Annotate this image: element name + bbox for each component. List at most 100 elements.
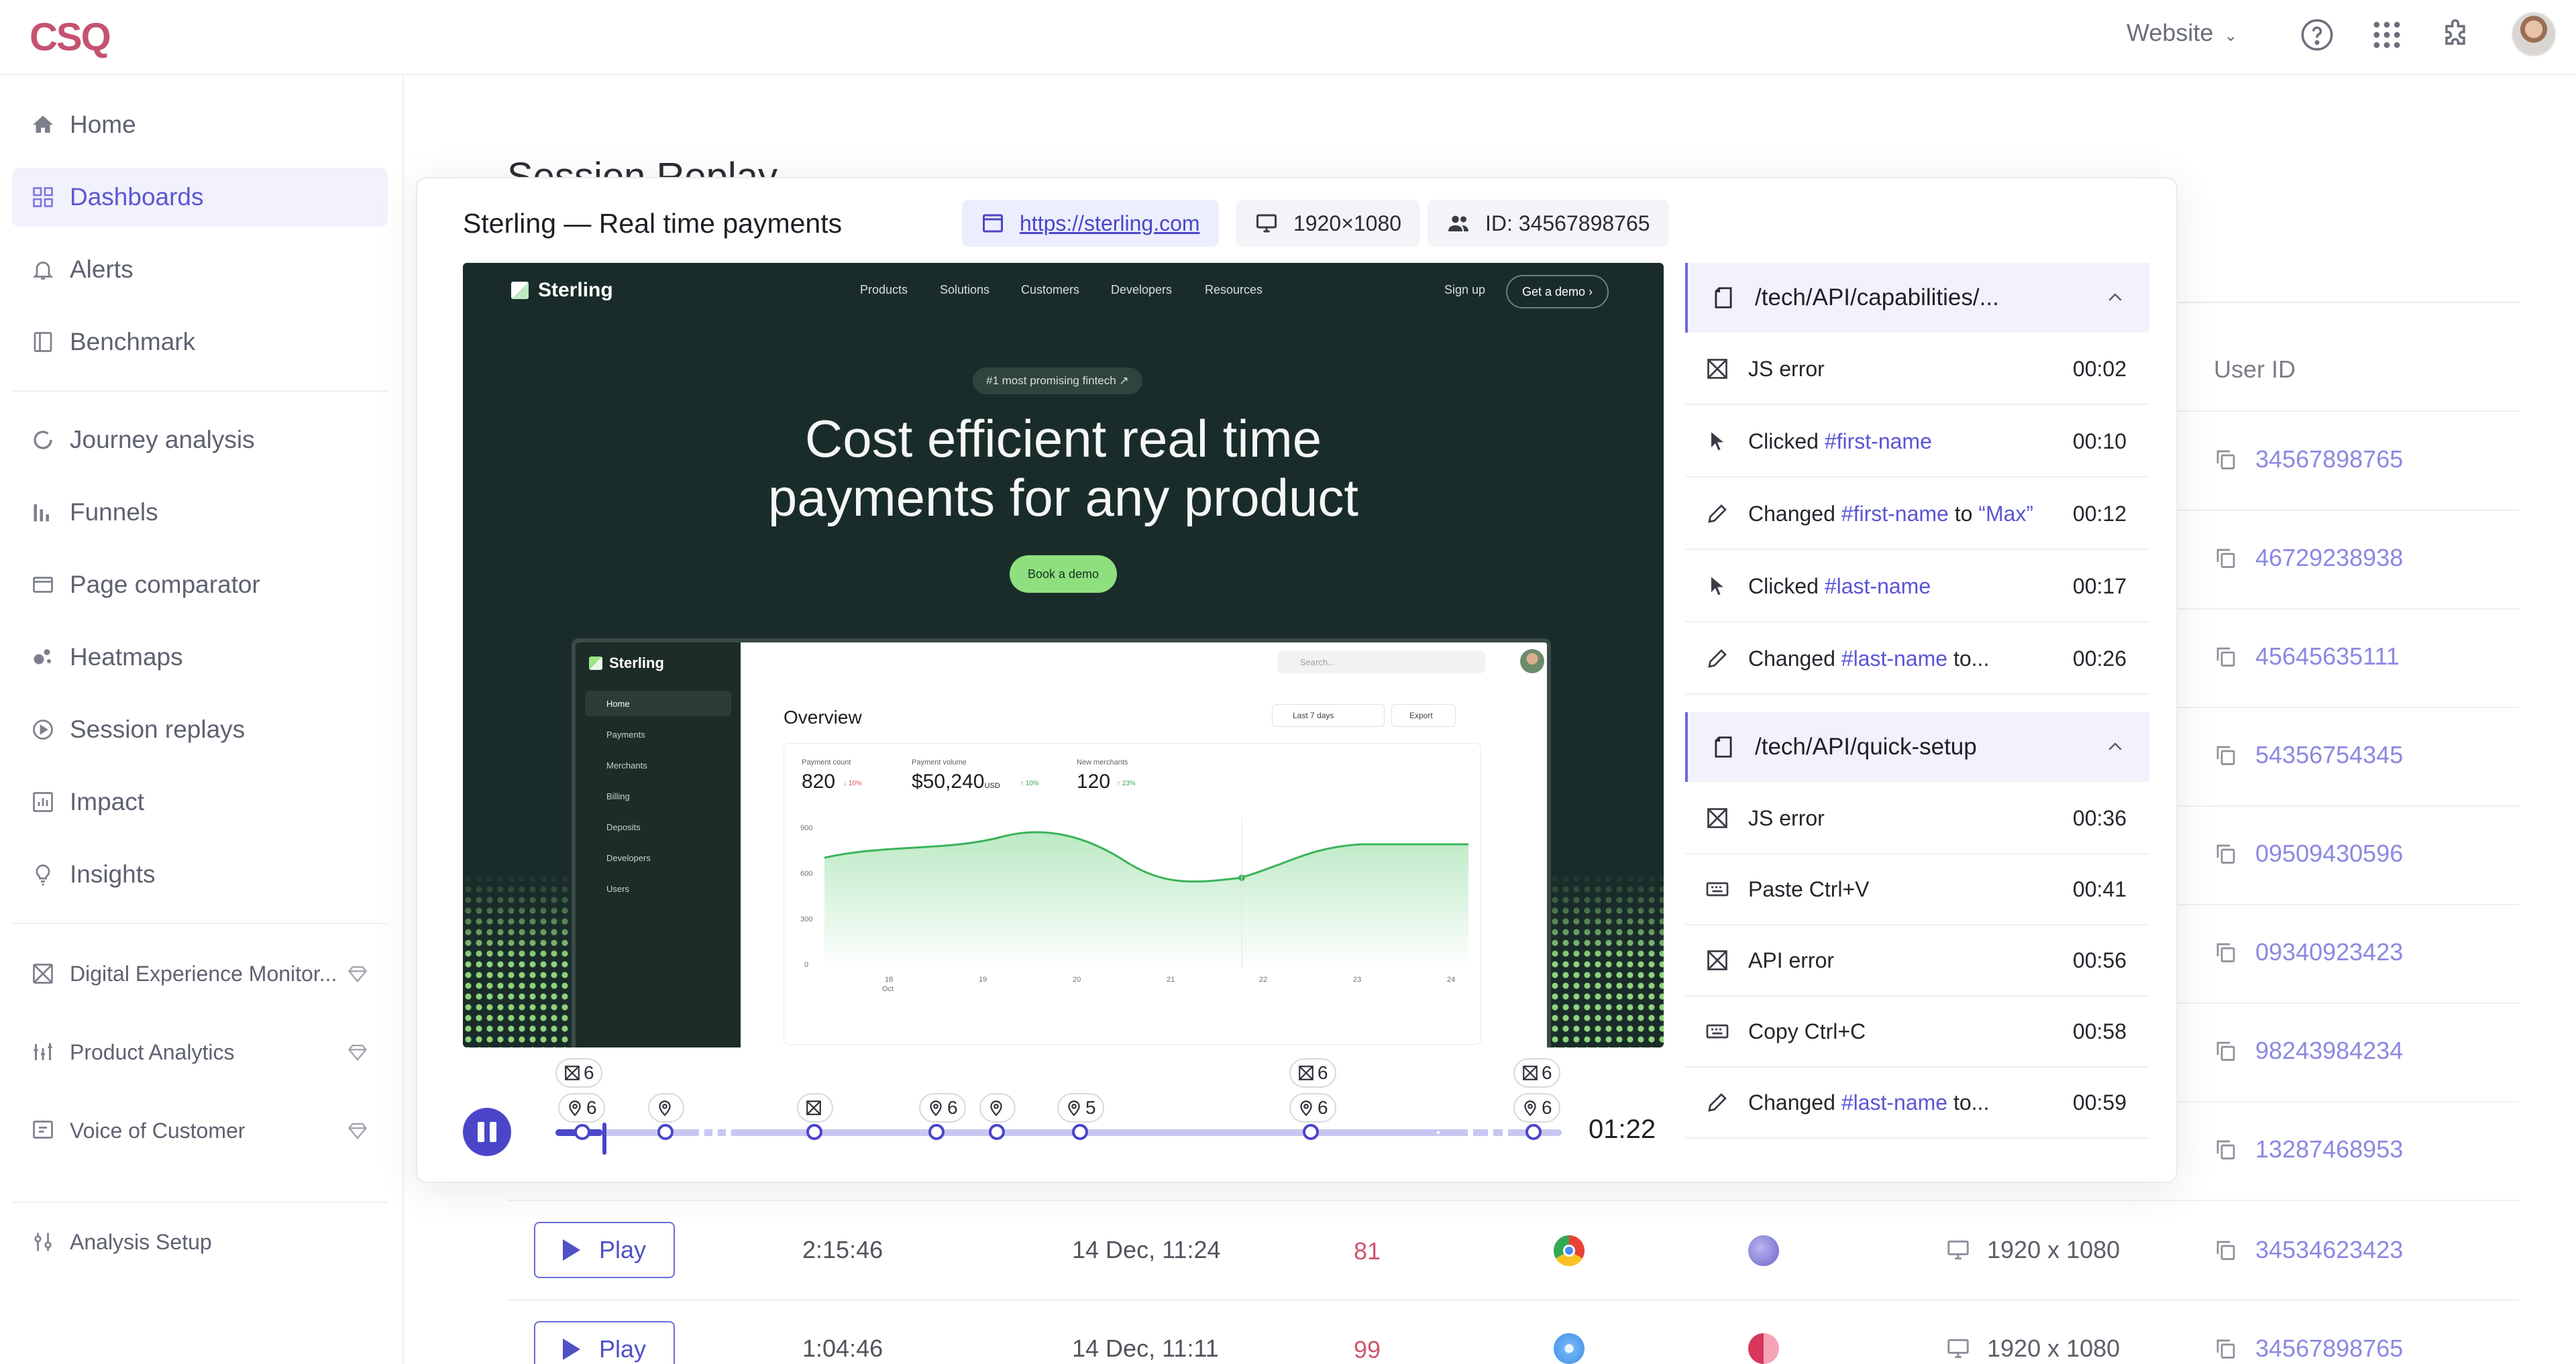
click-count-badge[interactable]: 5 (1057, 1093, 1104, 1123)
user-id-cell[interactable]: 13287468953 (2214, 1135, 2403, 1163)
error-count-badge[interactable]: 6 (1513, 1058, 1560, 1088)
user-id-cell[interactable]: 98243984234 (2214, 1037, 2403, 1065)
badge-count: 6 (1318, 1062, 1328, 1083)
click-count-badge[interactable]: 6 (1513, 1093, 1560, 1123)
event-row[interactable]: Changed #first-name to “Max” 00:12 (1685, 479, 2149, 550)
app-logo[interactable]: CSQ (30, 15, 111, 60)
event-row[interactable]: JS error 00:02 (1685, 334, 2149, 405)
timeline-marker[interactable] (928, 1124, 945, 1140)
chevron-up-icon[interactable] (2105, 288, 2125, 308)
user-id-cell[interactable]: 09509430596 (2214, 840, 2403, 868)
timeline-marker[interactable] (574, 1124, 590, 1140)
copy-icon[interactable] (2214, 447, 2238, 471)
home-icon (33, 115, 53, 133)
user-avatar[interactable] (2512, 12, 2556, 56)
copy-icon[interactable] (2214, 1039, 2238, 1063)
copy-icon[interactable] (2214, 546, 2238, 570)
chevron-up-icon[interactable] (2105, 737, 2125, 757)
sidebar: Home Dashboards Alerts Benchmark Journey… (0, 75, 404, 1364)
sidebar-item-product-analytics[interactable]: Product Analytics (12, 1023, 388, 1082)
user-id-cell[interactable]: 45645635111 (2214, 642, 2400, 671)
play-button[interactable]: Play (534, 1321, 675, 1364)
event-row[interactable]: Changed #last-name to... 00:59 (1685, 1068, 2149, 1139)
copy-icon[interactable] (2214, 743, 2238, 767)
event-row[interactable]: Clicked #last-name 00:17 (1685, 551, 2149, 622)
copy-icon[interactable] (2214, 940, 2238, 964)
event-row[interactable]: Changed #last-name to... 00:26 (1685, 624, 2149, 695)
click-marker-badge[interactable] (648, 1093, 684, 1123)
copy-icon[interactable] (2214, 842, 2238, 866)
user-id-value: 98243984234 (2255, 1037, 2404, 1064)
timeline-track[interactable] (555, 1129, 1562, 1136)
sidebar-item-insights[interactable]: Insights (12, 845, 388, 904)
click-count-badge[interactable]: 6 (1289, 1093, 1336, 1123)
event-group-header[interactable]: /tech/API/capabilities/... (1685, 263, 2149, 333)
event-time: 00:12 (2072, 501, 2127, 526)
pause-button[interactable] (463, 1108, 511, 1156)
bell-icon (32, 262, 54, 280)
user-id-cell[interactable]: 09340923423 (2214, 938, 2403, 966)
event-row[interactable]: Copy Ctrl+C 00:58 (1685, 997, 2149, 1068)
chrome-icon (1554, 1235, 1585, 1266)
sidebar-item-analysis-setup[interactable]: Analysis Setup (12, 1212, 388, 1271)
error-marker-badge[interactable] (797, 1093, 833, 1123)
user-id-cell[interactable]: 46729238938 (2214, 544, 2403, 572)
timeline-marker[interactable] (806, 1124, 822, 1140)
click-count-badge[interactable]: 6 (919, 1093, 966, 1123)
user-id-value: 13287468953 (2255, 1135, 2404, 1163)
window-icon (33, 577, 53, 593)
event-row[interactable]: Clicked #first-name 00:10 (1685, 406, 2149, 477)
sidebar-item-funnels[interactable]: Funnels (12, 483, 388, 542)
timeline-marker[interactable] (1303, 1124, 1319, 1140)
user-id-cell[interactable]: 34567898765 (2214, 445, 2403, 473)
chevron-down-icon: ⌄ (2224, 27, 2238, 45)
session-id-chip[interactable]: ID: 34567898765 (1428, 200, 1669, 247)
sidebar-item-benchmark[interactable]: Benchmark (12, 312, 388, 372)
sidebar-item-impact[interactable]: Impact (12, 773, 388, 832)
user-id-cell[interactable]: 34534623423 (2214, 1236, 2403, 1264)
click-count-badge[interactable]: 6 (558, 1093, 605, 1123)
click-marker-badge[interactable] (979, 1093, 1016, 1123)
sidebar-item-dashboards[interactable]: Dashboards (12, 168, 388, 227)
safari-icon (1554, 1333, 1585, 1364)
timeline-playhead[interactable] (602, 1123, 606, 1155)
copy-icon[interactable] (2214, 1137, 2238, 1161)
copy-icon[interactable] (2214, 644, 2238, 669)
x-tick: 23 (1353, 976, 1362, 984)
event-row[interactable]: API error 00:56 (1685, 925, 2149, 997)
user-id-cell[interactable]: 54356754345 (2214, 741, 2403, 769)
sidebar-item-heatmaps[interactable]: Heatmaps (12, 628, 388, 687)
logo-mark-icon (511, 282, 529, 299)
session-url-link[interactable]: https://sterling.com (962, 200, 1219, 247)
timeline-marker[interactable] (1072, 1124, 1088, 1140)
sidebar-item-alerts[interactable]: Alerts (12, 240, 388, 299)
timeline-marker[interactable] (989, 1124, 1005, 1140)
apps-grid-icon[interactable] (2369, 17, 2404, 52)
sidebar-item-journey-analysis[interactable]: Journey analysis (12, 410, 388, 469)
copy-icon[interactable] (2214, 1337, 2238, 1361)
timeline-gap (726, 1127, 731, 1139)
sidebar-item-digital-experience[interactable]: Digital Experience Monitor... (12, 944, 388, 1003)
sidebar-item-session-replays[interactable]: Session replays (12, 700, 388, 759)
grid-icon (33, 187, 53, 207)
event-group-header[interactable]: /tech/API/quick-setup (1685, 712, 2149, 782)
user-id-cell[interactable]: 34567898765 (2214, 1334, 2403, 1363)
website-selector[interactable]: Website ⌄ (2127, 19, 2238, 47)
copy-icon[interactable] (2214, 1238, 2238, 1262)
sidebar-item-label: Funnels (70, 498, 158, 526)
event-row[interactable]: JS error 00:36 (1685, 783, 2149, 854)
puzzle-icon[interactable] (2438, 17, 2473, 52)
error-count-badge[interactable]: 6 (555, 1058, 602, 1088)
play-button[interactable]: Play (534, 1222, 675, 1278)
sidebar-item-page-comparator[interactable]: Page comparator (12, 555, 388, 614)
timeline-marker[interactable] (1525, 1124, 1542, 1140)
error-count-badge[interactable]: 6 (1289, 1058, 1336, 1088)
event-row[interactable]: Paste Ctrl+V 00:41 (1685, 854, 2149, 925)
sidebar-item-voice-of-customer[interactable]: Voice of Customer (12, 1101, 388, 1160)
help-icon[interactable] (2300, 17, 2334, 52)
replay-hero-heading: Cost efficient real time payments for an… (463, 409, 1664, 527)
kpi-delta: ↑ 10% (1020, 780, 1039, 787)
timeline-marker[interactable] (657, 1124, 674, 1140)
replay-viewport[interactable]: Sterling Products Solutions Customers De… (463, 263, 1664, 1047)
sidebar-item-home[interactable]: Home (12, 95, 388, 154)
